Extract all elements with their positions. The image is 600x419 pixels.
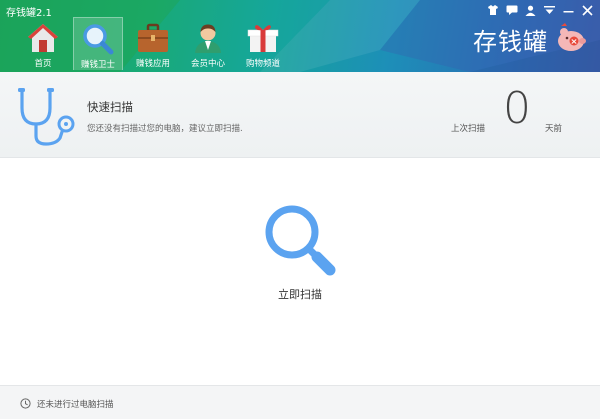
nav-item-home[interactable]: 首页 <box>18 17 68 70</box>
brand: 存钱罐 <box>473 22 588 57</box>
user-icon[interactable] <box>524 4 537 16</box>
clock-icon <box>20 398 31 409</box>
minimize-icon[interactable] <box>562 4 575 16</box>
nav-label: 首页 <box>34 59 52 69</box>
skin-icon[interactable] <box>486 4 499 16</box>
gift-icon <box>246 22 280 54</box>
days-since-scan-value: 0 <box>503 83 531 134</box>
scan-now-label: 立即扫描 <box>278 288 322 301</box>
magnifier-icon <box>265 205 336 276</box>
days-unit-label: 天前 <box>545 124 563 134</box>
window-controls <box>486 4 594 16</box>
user-icon <box>191 22 225 54</box>
scan-title: 快速扫描 <box>87 100 133 114</box>
last-scan-label: 上次扫描 <box>451 124 486 134</box>
briefcase-icon <box>136 22 170 54</box>
menu-icon[interactable] <box>543 4 556 16</box>
search-icon <box>81 23 115 55</box>
status-bar: 还未进行过电脑扫描 <box>0 385 600 419</box>
scan-info-bar: 快速扫描 您还没有扫描过您的电脑，建议立即扫描. 上次扫描 0 天前 <box>0 72 600 158</box>
nav-item-money-apps[interactable]: 赚钱应用 <box>128 17 178 70</box>
home-icon <box>26 22 60 54</box>
nav-item-money-guard[interactable]: 赚钱卫士 <box>73 17 123 70</box>
nav-item-member-center[interactable]: 会员中心 <box>183 17 233 70</box>
main-content: 立即扫描 <box>0 158 600 385</box>
nav-label: 赚钱应用 <box>135 59 170 69</box>
brand-text: 存钱罐 <box>473 28 548 56</box>
nav-label: 购物频道 <box>245 59 280 69</box>
nav-item-shopping[interactable]: 购物频道 <box>238 17 288 70</box>
nav-label: 会员中心 <box>190 59 225 69</box>
message-icon[interactable] <box>505 4 518 16</box>
header-bar: 存钱罐2.1 首页 赚钱卫士 赚钱应用 会员中心 购物频道 存钱罐 <box>0 0 600 72</box>
main-nav: 首页 赚钱卫士 赚钱应用 会员中心 购物频道 <box>18 17 293 70</box>
scan-status-text: 还未进行过电脑扫描 <box>37 400 114 410</box>
piggy-bank-icon <box>554 22 588 57</box>
close-icon[interactable] <box>581 4 594 16</box>
scan-description: 您还没有扫描过您的电脑，建议立即扫描. <box>87 124 243 134</box>
scan-now-button[interactable]: 立即扫描 <box>240 200 360 306</box>
stethoscope-icon <box>18 88 75 146</box>
nav-label: 赚钱卫士 <box>80 60 115 70</box>
